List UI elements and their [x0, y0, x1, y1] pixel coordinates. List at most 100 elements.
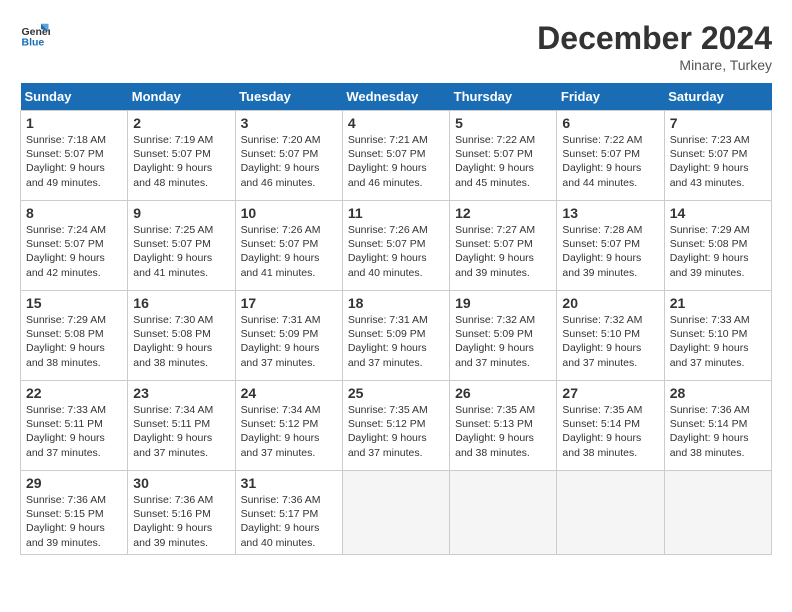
calendar-cell: 2Sunrise: 7:19 AMSunset: 5:07 PMDaylight… — [128, 111, 235, 201]
calendar-cell: 14 Sunrise: 7:29 AMSunset: 5:08 PMDayligh… — [664, 201, 771, 291]
day-info: Sunrise: 7:36 AMSunset: 5:15 PMDaylight:… — [26, 493, 122, 550]
calendar-cell: 30 Sunrise: 7:36 AMSunset: 5:16 PMDayligh… — [128, 471, 235, 555]
day-info: Sunrise: 7:26 AMSunset: 5:07 PMDaylight:… — [241, 223, 337, 280]
svg-text:Blue: Blue — [22, 37, 45, 49]
day-number: 10 — [241, 205, 337, 221]
calendar-cell: 20 Sunrise: 7:32 AMSunset: 5:10 PMDayligh… — [557, 291, 664, 381]
header-sunday: Sunday — [21, 83, 128, 111]
calendar-cell: 15 Sunrise: 7:29 AMSunset: 5:08 PMDayligh… — [21, 291, 128, 381]
calendar-cell: 6 Sunrise: 7:22 AMSunset: 5:07 PMDaylight… — [557, 111, 664, 201]
day-number: 7 — [670, 115, 766, 131]
day-number: 20 — [562, 295, 658, 311]
calendar-cell: 11Sunrise: 7:26 AMSunset: 5:07 PMDayligh… — [342, 201, 449, 291]
day-info: Sunrise: 7:20 AMSunset: 5:07 PMDaylight:… — [241, 133, 337, 190]
day-number: 25 — [348, 385, 444, 401]
page-header: General Blue December 2024 Minare, Turke… — [20, 20, 772, 73]
calendar-cell: 25 Sunrise: 7:35 AMSunset: 5:12 PMDayligh… — [342, 381, 449, 471]
day-number: 11 — [348, 205, 444, 221]
header-row: SundayMondayTuesdayWednesdayThursdayFrid… — [21, 83, 772, 111]
logo-icon: General Blue — [20, 20, 50, 50]
day-info: Sunrise: 7:21 AMSunset: 5:07 PMDaylight:… — [348, 133, 444, 190]
location: Minare, Turkey — [537, 57, 772, 73]
day-info: Sunrise: 7:18 AMSunset: 5:07 PMDaylight:… — [26, 133, 122, 190]
header-saturday: Saturday — [664, 83, 771, 111]
logo: General Blue — [20, 20, 50, 50]
day-number: 18 — [348, 295, 444, 311]
day-number: 28 — [670, 385, 766, 401]
day-info: Sunrise: 7:34 AMSunset: 5:11 PMDaylight:… — [133, 403, 229, 460]
day-number: 8 — [26, 205, 122, 221]
calendar-cell: 31Sunrise: 7:36 AMSunset: 5:17 PMDayligh… — [235, 471, 342, 555]
calendar-cell: 13Sunrise: 7:28 AMSunset: 5:07 PMDayligh… — [557, 201, 664, 291]
header-tuesday: Tuesday — [235, 83, 342, 111]
day-info: Sunrise: 7:36 AMSunset: 5:14 PMDaylight:… — [670, 403, 766, 460]
calendar-cell: 17Sunrise: 7:31 AMSunset: 5:09 PMDayligh… — [235, 291, 342, 381]
day-number: 23 — [133, 385, 229, 401]
day-number: 9 — [133, 205, 229, 221]
calendar-cell: 28 Sunrise: 7:36 AMSunset: 5:14 PMDayligh… — [664, 381, 771, 471]
day-info: Sunrise: 7:32 AMSunset: 5:10 PMDaylight:… — [562, 313, 658, 370]
calendar-cell: 22 Sunrise: 7:33 AMSunset: 5:11 PMDayligh… — [21, 381, 128, 471]
calendar-cell: 16 Sunrise: 7:30 AMSunset: 5:08 PMDayligh… — [128, 291, 235, 381]
calendar-table: SundayMondayTuesdayWednesdayThursdayFrid… — [20, 83, 772, 555]
calendar-cell: 8 Sunrise: 7:24 AMSunset: 5:07 PMDaylight… — [21, 201, 128, 291]
day-info: Sunrise: 7:30 AMSunset: 5:08 PMDaylight:… — [133, 313, 229, 370]
day-info: Sunrise: 7:36 AMSunset: 5:16 PMDaylight:… — [133, 493, 229, 550]
day-info: Sunrise: 7:25 AMSunset: 5:07 PMDaylight:… — [133, 223, 229, 280]
calendar-cell: 1 Sunrise: 7:18 AMSunset: 5:07 PMDaylight… — [21, 111, 128, 201]
day-number: 12 — [455, 205, 551, 221]
calendar-cell: 5 Sunrise: 7:22 AMSunset: 5:07 PMDaylight… — [450, 111, 557, 201]
day-info: Sunrise: 7:22 AMSunset: 5:07 PMDaylight:… — [562, 133, 658, 190]
calendar-cell: 18Sunrise: 7:31 AMSunset: 5:09 PMDayligh… — [342, 291, 449, 381]
day-number: 15 — [26, 295, 122, 311]
day-number: 14 — [670, 205, 766, 221]
calendar-cell: 7 Sunrise: 7:23 AMSunset: 5:07 PMDaylight… — [664, 111, 771, 201]
day-number: 26 — [455, 385, 551, 401]
day-info: Sunrise: 7:33 AMSunset: 5:11 PMDaylight:… — [26, 403, 122, 460]
calendar-cell: 10 Sunrise: 7:26 AMSunset: 5:07 PMDayligh… — [235, 201, 342, 291]
day-info: Sunrise: 7:22 AMSunset: 5:07 PMDaylight:… — [455, 133, 551, 190]
day-info: Sunrise: 7:29 AMSunset: 5:08 PMDaylight:… — [670, 223, 766, 280]
day-number: 1 — [26, 115, 122, 131]
day-info: Sunrise: 7:35 AMSunset: 5:12 PMDaylight:… — [348, 403, 444, 460]
calendar-cell: 27 Sunrise: 7:35 AMSunset: 5:14 PMDayligh… — [557, 381, 664, 471]
day-info: Sunrise: 7:28 AMSunset: 5:07 PMDaylight:… — [562, 223, 658, 280]
day-number: 19 — [455, 295, 551, 311]
header-thursday: Thursday — [450, 83, 557, 111]
day-number: 4 — [348, 115, 444, 131]
day-info: Sunrise: 7:35 AMSunset: 5:14 PMDaylight:… — [562, 403, 658, 460]
calendar-cell: 4 Sunrise: 7:21 AMSunset: 5:07 PMDaylight… — [342, 111, 449, 201]
day-number: 6 — [562, 115, 658, 131]
day-number: 27 — [562, 385, 658, 401]
day-number: 3 — [241, 115, 337, 131]
day-info: Sunrise: 7:29 AMSunset: 5:08 PMDaylight:… — [26, 313, 122, 370]
day-number: 2 — [133, 115, 229, 131]
header-monday: Monday — [128, 83, 235, 111]
day-number: 22 — [26, 385, 122, 401]
day-info: Sunrise: 7:31 AMSunset: 5:09 PMDaylight:… — [241, 313, 337, 370]
day-number: 5 — [455, 115, 551, 131]
calendar-cell: 29Sunrise: 7:36 AMSunset: 5:15 PMDayligh… — [21, 471, 128, 555]
calendar-cell: 12 Sunrise: 7:27 AMSunset: 5:07 PMDayligh… — [450, 201, 557, 291]
calendar-cell — [664, 471, 771, 555]
day-info: Sunrise: 7:36 AMSunset: 5:17 PMDaylight:… — [241, 493, 337, 550]
day-number: 21 — [670, 295, 766, 311]
title-section: December 2024 Minare, Turkey — [537, 20, 772, 73]
day-info: Sunrise: 7:23 AMSunset: 5:07 PMDaylight:… — [670, 133, 766, 190]
calendar-cell: 24Sunrise: 7:34 AMSunset: 5:12 PMDayligh… — [235, 381, 342, 471]
day-info: Sunrise: 7:24 AMSunset: 5:07 PMDaylight:… — [26, 223, 122, 280]
day-info: Sunrise: 7:35 AMSunset: 5:13 PMDaylight:… — [455, 403, 551, 460]
calendar-cell: 26 Sunrise: 7:35 AMSunset: 5:13 PMDayligh… — [450, 381, 557, 471]
day-info: Sunrise: 7:33 AMSunset: 5:10 PMDaylight:… — [670, 313, 766, 370]
day-info: Sunrise: 7:27 AMSunset: 5:07 PMDaylight:… — [455, 223, 551, 280]
day-number: 30 — [133, 475, 229, 491]
calendar-cell — [557, 471, 664, 555]
calendar-cell: 9 Sunrise: 7:25 AMSunset: 5:07 PMDaylight… — [128, 201, 235, 291]
day-number: 16 — [133, 295, 229, 311]
calendar-cell: 21 Sunrise: 7:33 AMSunset: 5:10 PMDayligh… — [664, 291, 771, 381]
day-info: Sunrise: 7:32 AMSunset: 5:09 PMDaylight:… — [455, 313, 551, 370]
calendar-cell: 3 Sunrise: 7:20 AMSunset: 5:07 PMDaylight… — [235, 111, 342, 201]
header-friday: Friday — [557, 83, 664, 111]
calendar-cell — [342, 471, 449, 555]
calendar-cell: 23 Sunrise: 7:34 AMSunset: 5:11 PMDayligh… — [128, 381, 235, 471]
